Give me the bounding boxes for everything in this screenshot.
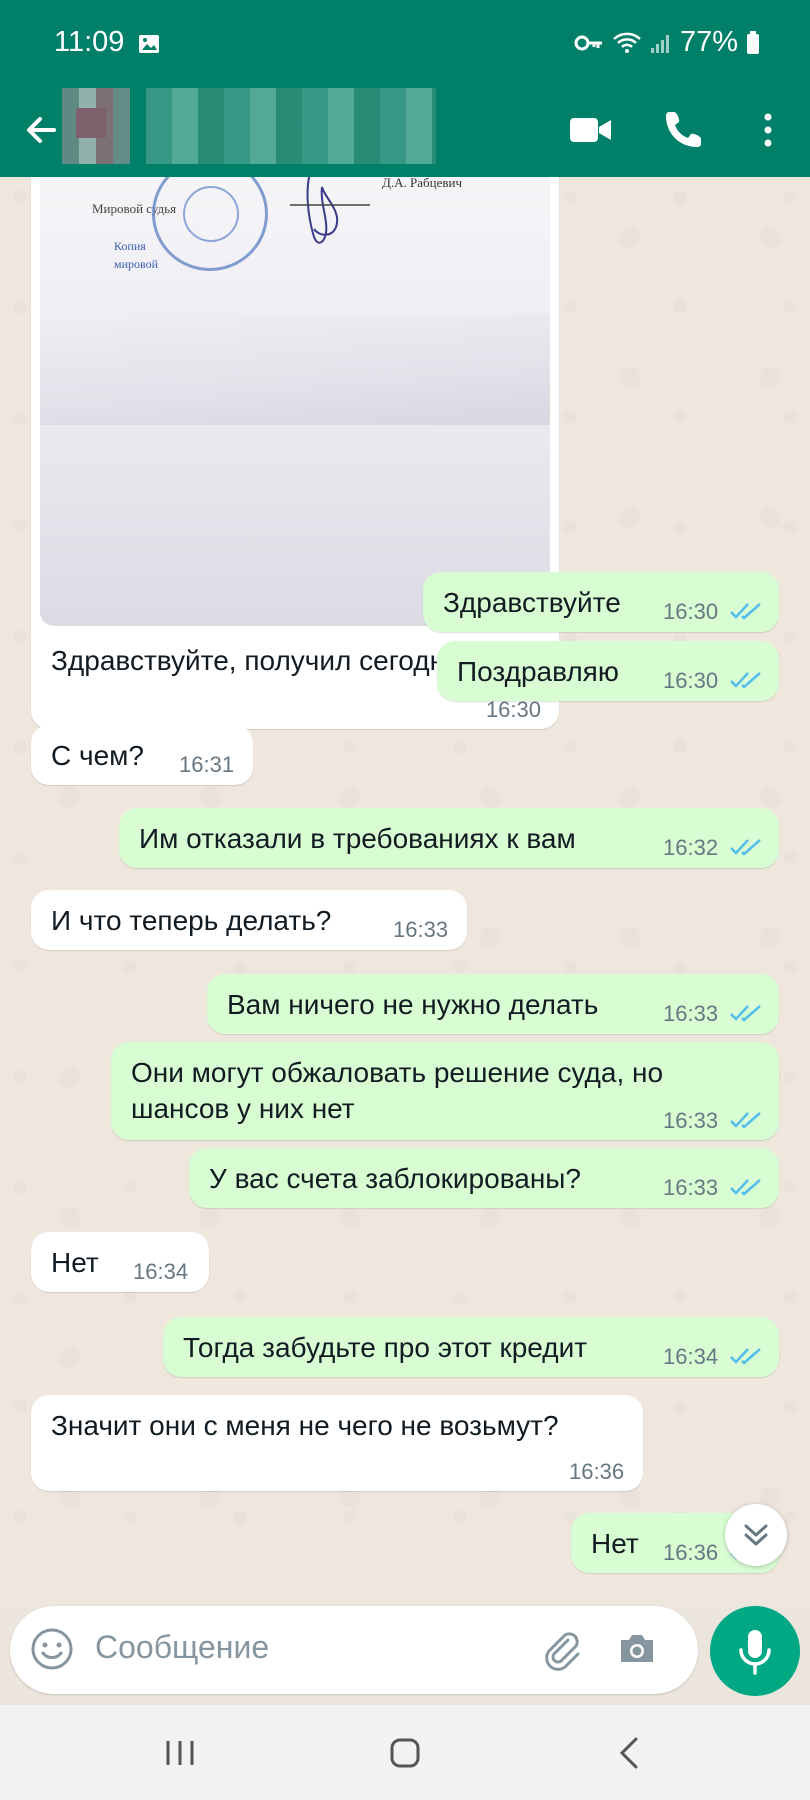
incoming-message[interactable]: Значит они с меня не чего не возьмут? 16… xyxy=(31,1395,643,1491)
read-ticks-icon xyxy=(730,1348,761,1365)
message-time: 16:30 xyxy=(663,668,719,693)
message-input[interactable]: Сообщение xyxy=(95,1629,269,1666)
message-time: 16:36 xyxy=(569,1459,625,1484)
voice-record-button[interactable] xyxy=(710,1606,800,1696)
message-text: Значит они с меня не чего не возьмут? xyxy=(51,1410,559,1441)
double-chevron-down-icon xyxy=(744,1524,768,1546)
outgoing-message[interactable]: У вас счета заблокированы? 16:33 xyxy=(189,1148,779,1208)
scroll-to-bottom-button[interactable] xyxy=(725,1504,787,1566)
battery-percent: 77% xyxy=(679,26,738,58)
message-text: Поздравляю xyxy=(457,656,619,687)
message-text: Здравствуйте, получил сегодня. xyxy=(51,645,468,676)
outgoing-message[interactable]: Вам ничего не нужно делать 16:33 xyxy=(207,974,779,1034)
message-time: 16:30 xyxy=(663,599,719,624)
read-ticks-icon xyxy=(730,1112,761,1129)
photo-doc-text: Копия xyxy=(114,239,146,253)
video-call-icon[interactable] xyxy=(562,102,618,158)
voice-call-icon[interactable] xyxy=(656,102,712,158)
read-ticks-icon xyxy=(730,672,761,689)
message-text: Тогда забудьте про этот кредит xyxy=(183,1332,588,1363)
key-icon xyxy=(574,35,602,50)
signal-icon xyxy=(650,34,669,53)
status-right: 77% xyxy=(574,26,760,59)
document-photo[interactable]: Мировой судья Д.А. Рабцевич Копия мирово… xyxy=(40,177,550,626)
system-nav-bar xyxy=(0,1705,810,1800)
attach-icon[interactable] xyxy=(538,1626,584,1672)
message-text: Здравствуйте xyxy=(443,587,621,618)
message-text: У вас счета заблокированы? xyxy=(209,1163,581,1194)
message-text: Нет xyxy=(51,1247,99,1278)
photo-doc-text: Д.А. Рабцевич xyxy=(382,177,462,190)
microphone-icon xyxy=(739,1630,771,1675)
message-text: Вам ничего не нужно делать xyxy=(227,989,599,1020)
read-ticks-icon xyxy=(730,603,761,620)
status-time: 11:09 xyxy=(54,26,125,58)
outgoing-message[interactable]: Здравствуйте 16:30 xyxy=(423,572,779,632)
read-ticks-icon xyxy=(730,1179,761,1196)
message-text: С чем? xyxy=(51,740,144,771)
message-text: шансов у них нет xyxy=(131,1093,355,1124)
outgoing-message[interactable]: Тогда забудьте про этот кредит 16:34 xyxy=(163,1317,779,1377)
message-text: Нет xyxy=(591,1528,639,1559)
outgoing-message[interactable]: Им отказали в требованиях к вам 16:32 xyxy=(119,808,779,868)
message-time: 16:36 xyxy=(663,1540,719,1565)
read-ticks-icon xyxy=(730,1005,761,1022)
message-time: 16:32 xyxy=(663,835,719,860)
message-time: 16:34 xyxy=(133,1259,189,1284)
battery-icon xyxy=(747,30,759,54)
more-options-icon[interactable] xyxy=(740,102,796,158)
message-time: 16:33 xyxy=(663,1001,719,1026)
emoji-icon[interactable] xyxy=(29,1626,75,1672)
message-time: 16:33 xyxy=(393,917,449,942)
contact-avatar[interactable] xyxy=(62,88,130,164)
message-text: И что теперь делать? xyxy=(51,905,332,936)
message-text: Они могут обжаловать решение суда, но xyxy=(131,1057,664,1088)
outgoing-message[interactable]: Поздравляю 16:30 xyxy=(437,641,779,701)
signature xyxy=(290,177,370,244)
message-text: Им отказали в требованиях к вам xyxy=(139,823,576,854)
read-ticks-icon xyxy=(730,839,761,856)
message-time: 16:33 xyxy=(663,1108,719,1133)
home-icon[interactable] xyxy=(375,1733,435,1773)
incoming-message[interactable]: С чем? 16:31 xyxy=(31,725,253,785)
wifi-icon xyxy=(613,32,641,53)
back-nav-icon[interactable] xyxy=(600,1733,660,1773)
incoming-message[interactable]: Нет 16:34 xyxy=(31,1232,209,1292)
message-time: 16:33 xyxy=(663,1175,719,1200)
recent-apps-icon[interactable] xyxy=(150,1733,210,1773)
message-time: 16:31 xyxy=(179,752,235,777)
photo-doc-text: мировой xyxy=(114,257,159,271)
outgoing-message[interactable]: Они могут обжаловать решение суда, но ша… xyxy=(111,1042,779,1140)
contact-name[interactable] xyxy=(146,88,436,164)
camera-icon[interactable] xyxy=(614,1626,660,1672)
chat-header xyxy=(0,88,810,177)
incoming-message[interactable]: И что теперь делать? 16:33 xyxy=(31,890,467,950)
message-time: 16:34 xyxy=(663,1344,719,1369)
chat-area[interactable]: Мировой судья Д.А. Рабцевич Копия мирово… xyxy=(0,177,810,1605)
message-composer: Сообщение xyxy=(10,1606,698,1694)
status-bar: 11:09 77% xyxy=(0,0,810,88)
gallery-notification-icon xyxy=(139,35,159,53)
